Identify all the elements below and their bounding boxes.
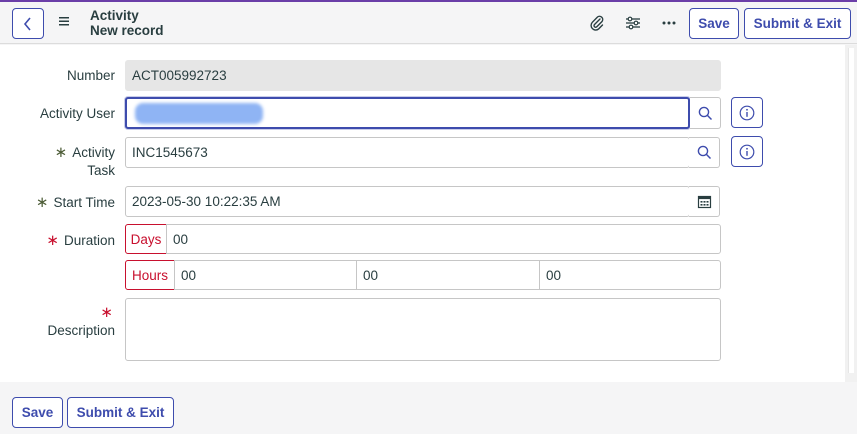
redacted-user-name	[135, 103, 263, 124]
duration-minutes-input[interactable]: 00	[356, 260, 540, 290]
form-body: Number ACT005992723 Activity User ∗ Activ…	[0, 45, 845, 382]
scrollbar-thumb[interactable]	[848, 48, 854, 373]
page-subtitle: New record	[90, 23, 164, 38]
mandatory-indicator: ∗	[46, 232, 59, 249]
sliders-icon	[626, 16, 640, 30]
form-header: Activity New record Save Submit & Exit	[0, 2, 857, 44]
description-textarea[interactable]	[125, 298, 721, 361]
header-submit-exit-button[interactable]: Submit & Exit	[744, 8, 851, 39]
start-time-label: ∗ Start Time	[35, 194, 115, 211]
activity-task-lookup-button[interactable]	[689, 137, 720, 168]
search-icon	[697, 145, 711, 160]
hamburger-menu-icon[interactable]	[58, 15, 70, 27]
more-options-button[interactable]	[659, 13, 679, 33]
form-footer: Save Submit & Exit	[0, 382, 857, 434]
start-time-input[interactable]: 2023-05-30 10:22:35 AM	[125, 186, 690, 217]
activity-user-input[interactable]	[125, 97, 690, 129]
activity-task-value: INC1545673	[132, 145, 208, 160]
days-unit-label: Days	[125, 224, 167, 254]
number-value: ACT005992723	[132, 68, 227, 83]
info-icon	[739, 105, 755, 120]
info-icon	[739, 144, 755, 159]
start-time-calendar-button[interactable]	[689, 186, 720, 217]
personalize-form-button[interactable]	[623, 13, 643, 33]
record-title: Activity New record	[90, 8, 164, 38]
activity-task-info-button[interactable]	[731, 136, 763, 167]
number-label: Number	[66, 68, 115, 83]
hours-unit-label: Hours	[125, 260, 175, 290]
footer-save-button[interactable]: Save	[12, 397, 63, 428]
description-label: ∗ Description	[47, 304, 115, 338]
duration-hours-input[interactable]: 00	[174, 260, 357, 290]
page-title: Activity	[90, 8, 139, 23]
activity-user-label: Activity User	[39, 106, 115, 121]
start-time-value: 2023-05-30 10:22:35 AM	[132, 194, 281, 209]
back-button[interactable]	[12, 8, 44, 39]
number-field: ACT005992723	[125, 60, 721, 91]
duration-label: ∗ Duration	[46, 232, 115, 249]
duration-days-input[interactable]: 00	[166, 224, 721, 254]
activity-user-lookup-button[interactable]	[690, 97, 721, 129]
header-save-button[interactable]: Save	[689, 8, 739, 39]
activity-task-input[interactable]: INC1545673	[125, 137, 690, 168]
ellipsis-icon	[662, 21, 676, 25]
activity-task-label: ∗ Activity Task	[54, 144, 115, 178]
search-icon	[698, 106, 712, 120]
activity-user-info-button[interactable]	[731, 97, 763, 128]
duration-seconds-input[interactable]: 00	[539, 260, 721, 290]
footer-submit-exit-button[interactable]: Submit & Exit	[67, 397, 174, 428]
mandatory-indicator: ∗	[54, 144, 68, 161]
paperclip-icon	[590, 15, 604, 31]
mandatory-indicator: ∗	[100, 304, 113, 321]
mandatory-indicator: ∗	[35, 194, 49, 211]
attachment-button[interactable]	[587, 13, 607, 33]
calendar-icon	[697, 195, 711, 209]
chevron-left-icon	[23, 16, 31, 31]
